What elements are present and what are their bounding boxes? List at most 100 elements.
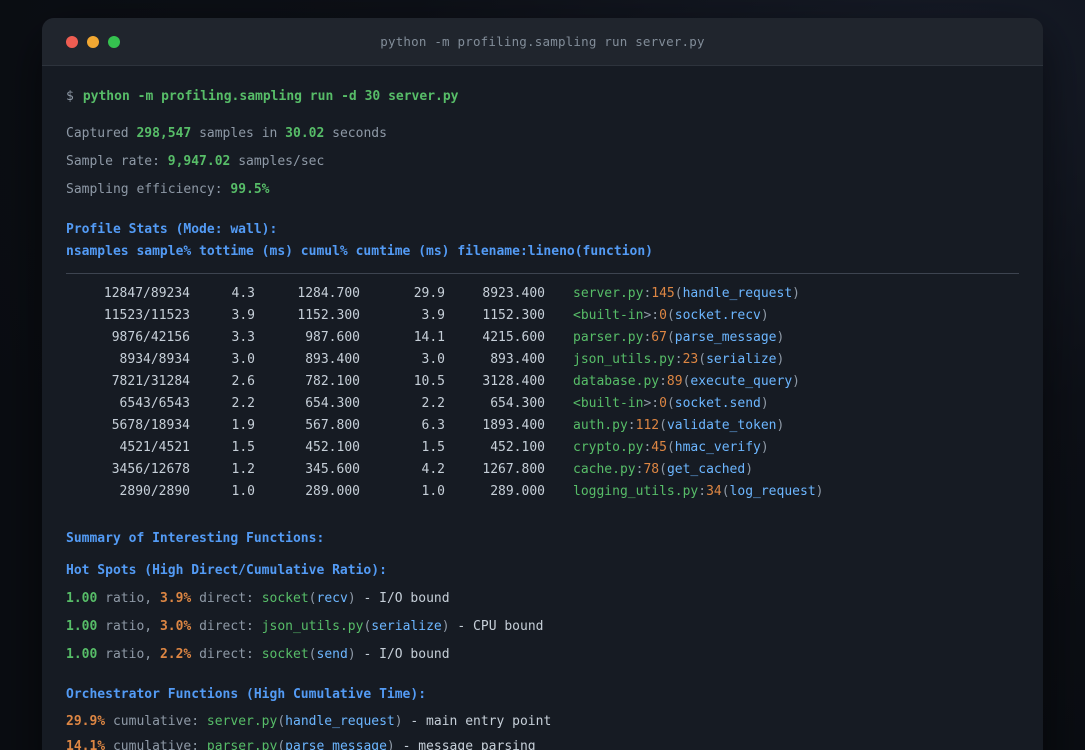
stat-cumtime: 4215.600 [482,330,545,345]
stat-tottime: 1284.700 [297,286,360,301]
hotspot-direct-pct: 3.0% [159,619,192,634]
stat-cumul-pct: 1.0 [421,484,445,499]
hotspot-direct-label: direct: [191,647,262,662]
stat-tottime: 654.300 [305,396,360,411]
hotspot-direct-pct: 3.9% [159,591,192,606]
stats-table-row: 8934/8934 3.0 893.400 3.0 893.400 json_u… [66,349,1019,371]
stat-location: auth.py:112(validate_token) [545,415,1019,437]
stat-filename: database.py [573,374,660,389]
hot-spots-heading: Hot Spots (High Direct/Cumulative Ratio)… [66,563,387,578]
stat-location: cache.py:78(get_cached) [545,459,1019,481]
hotspot-ratio-value: 1.00 [66,619,98,634]
hotspot-filename: socket [261,591,309,606]
captured-mid-label: samples in [191,126,286,141]
stat-separator: >: [643,308,660,323]
open-paren: ( [721,484,730,499]
stat-cumtime: 8923.400 [482,286,545,301]
stats-table-row: 4521/4521 1.5 452.100 1.5 452.100 crypto… [66,437,1019,459]
open-paren: ( [666,330,675,345]
close-paren: ) [792,286,800,301]
close-paren: ) [776,418,785,433]
stat-tottime: 987.600 [305,330,360,345]
hotspot-ratio-label: ratio, [97,591,160,606]
terminal-body[interactable]: $ python -m profiling.sampling run -d 30 … [42,66,1043,750]
stat-sample-pct: 1.5 [231,440,255,455]
stat-cumul-pct: 3.9 [421,308,445,323]
capture-summary: Captured 298,547 samples in 30.02 second… [66,120,1019,204]
stat-filename: cache.py [573,462,636,477]
sample-rate-line: Sample rate: 9,947.02 samples/sec [66,148,1019,176]
titlebar[interactable]: python -m profiling.sampling run server.… [42,18,1043,66]
stat-location: crypto.py:45(hmac_verify) [545,437,1019,459]
stats-table-row: 7821/31284 2.6 782.100 10.5 3128.400 dat… [66,371,1019,393]
open-paren: ( [666,308,675,323]
close-paren: ) [394,714,403,729]
orchestrators-list: 29.9% cumulative: server.py(handle_reque… [66,709,1019,750]
captured-post-label: seconds [324,126,387,141]
stat-sample-pct: 3.9 [231,308,255,323]
sample-rate-unit: samples/sec [230,154,325,169]
stat-filename: <built-in [573,308,644,323]
efficiency-line: Sampling efficiency: 99.5% [66,176,1019,204]
orchestrators-heading: Orchestrator Functions (High Cumulative … [66,687,427,702]
stat-filename: parser.py [573,330,644,345]
stat-function: socket.send [674,396,761,411]
open-paren: ( [666,396,675,411]
close-paren: ) [815,484,824,499]
stat-function: validate_token [666,418,777,433]
close-button[interactable] [66,36,78,48]
summary-heading: Summary of Interesting Functions: [66,531,325,546]
captured-line: Captured 298,547 samples in 30.02 second… [66,120,1019,148]
stats-table-row: 2890/2890 1.0 289.000 1.0 289.000 loggin… [66,481,1019,503]
open-paren: ( [659,418,667,433]
stat-sample-pct: 3.3 [231,330,255,345]
stat-filename: auth.py [573,418,628,433]
stat-function: get_cached [666,462,746,477]
desktop-background: python -m profiling.sampling run server.… [0,0,1085,750]
open-paren: ( [277,714,286,729]
stat-nsamples: 9876/42156 [111,330,190,345]
captured-seconds-value: 30.02 [285,126,325,141]
stat-location: <built-in>:0(socket.send) [545,393,1019,415]
stat-cumtime: 1152.300 [482,308,545,323]
hotspot-direct-label: direct: [191,619,262,634]
stat-cumul-pct: 14.1 [413,330,445,345]
hotspot-filename: json_utils.py [261,619,364,634]
stat-lineno: 89 [666,374,683,389]
stats-table-row: 11523/11523 3.9 1152.300 3.9 1152.300 <b… [66,305,1019,327]
close-paren: ) [760,396,769,411]
orchestrator-label: cumulative: [105,739,207,750]
minimize-button[interactable] [87,36,99,48]
stat-cumul-pct: 29.9 [413,286,445,301]
orchestrator-pct: 29.9% [66,714,106,729]
stat-sample-pct: 1.2 [231,462,255,477]
stat-cumtime: 452.100 [490,440,545,455]
stats-table-row: 9876/42156 3.3 987.600 14.1 4215.600 par… [66,327,1019,349]
open-paren: ( [674,286,683,301]
prompt-symbol: $ [66,89,74,104]
close-paren: ) [386,739,395,750]
open-paren: ( [277,739,286,750]
maximize-button[interactable] [108,36,120,48]
stat-sample-pct: 4.3 [231,286,255,301]
stat-function: execute_query [690,374,793,389]
orchestrator-pct: 14.1% [66,739,106,750]
hot-spot-item: 1.00 ratio, 3.9% direct: socket(recv) - … [66,585,1019,613]
hotspot-function: send [316,647,348,662]
hotspot-note: - CPU bound [449,619,544,634]
stat-cumul-pct: 4.2 [421,462,445,477]
stat-filename: json_utils.py [573,352,675,367]
stat-lineno: 78 [643,462,660,477]
stat-separator: : [659,374,667,389]
stat-nsamples: 7821/31284 [111,374,190,389]
stat-sample-pct: 2.6 [231,374,255,389]
stat-tottime: 567.800 [305,418,360,433]
orchestrator-note: - message parsing [394,739,536,750]
hotspot-direct-pct: 2.2% [159,647,192,662]
hotspot-ratio-value: 1.00 [66,591,98,606]
stat-nsamples: 8934/8934 [119,352,190,367]
orchestrator-note: - main entry point [402,714,552,729]
stat-filename: crypto.py [573,440,644,455]
stat-function: handle_request [682,286,793,301]
hot-spot-item: 1.00 ratio, 3.0% direct: json_utils.py(s… [66,613,1019,641]
